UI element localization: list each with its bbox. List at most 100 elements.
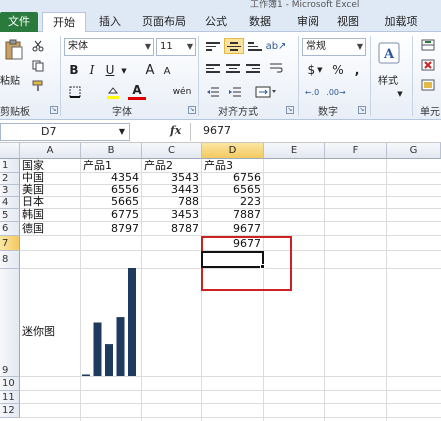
row-header-12[interactable]: 12 [0,404,20,418]
format-cells-icon[interactable] [420,78,436,92]
number-format-value: 常规 [306,41,326,52]
tab-file[interactable]: 文件 [0,12,38,32]
sparkline-chart[interactable] [82,268,140,378]
svg-text:A: A [383,47,395,62]
row-header-4[interactable]: 4 [0,197,20,209]
merge-cells-icon[interactable] [252,84,280,100]
styles-icon[interactable]: A [374,38,404,68]
paste-button[interactable]: 粘贴 [0,72,20,87]
clipboard-launcher-icon[interactable]: ↘ [50,106,58,114]
cell-a4[interactable]: 日本 [22,196,78,208]
align-middle-button[interactable] [224,38,244,54]
align-right-icon[interactable] [246,62,260,74]
group-divider [198,36,199,116]
cell-b5[interactable]: 6775 [83,209,139,221]
underline-button[interactable]: U [102,62,118,78]
font-color-button[interactable]: A [128,82,146,100]
column-header-b[interactable]: B [81,143,142,159]
column-header-c[interactable]: C [142,143,202,159]
ribbon: 粘贴 剪贴板 ↘ 宋体 ▼ 11 ▼ B I U ▼ A A A wén 字体 … [0,32,441,120]
font-name-combo[interactable]: 宋体 ▼ [64,38,154,56]
align-bottom-icon[interactable] [248,40,262,52]
column-header-a[interactable]: A [20,143,81,159]
row-header-1[interactable]: 1 [0,159,20,173]
row-header-6[interactable]: 6 [0,222,20,236]
paste-icon[interactable] [2,38,26,62]
delete-cells-icon[interactable] [420,58,436,72]
formula-bar: D7 ▼ fx 9677 [0,121,441,143]
worksheet-grid[interactable]: ABCDEFG 1 2 3 4 5 6 7 8 9 10 11 12 国家 产品1 产品2 产品3 中国 435… [0,143,441,421]
orientation-icon[interactable]: ab↗ [266,38,287,54]
number-format-combo[interactable]: 常规 ▼ [302,38,366,56]
sparkline-bar [82,374,90,376]
tab-data[interactable]: 数据 [242,12,278,32]
border-icon[interactable] [66,84,84,100]
active-cell-border [201,251,264,268]
font-launcher-icon[interactable]: ↘ [188,106,196,114]
comma-button[interactable]: , [350,62,364,78]
fill-color-icon[interactable] [104,84,122,100]
name-box[interactable]: D7 ▼ [0,123,130,141]
copy-icon[interactable] [30,58,46,74]
decrease-decimal-icon[interactable]: .00→ [326,84,346,100]
currency-button[interactable]: $ ▼ [302,62,328,78]
increase-indent-icon[interactable] [226,84,244,100]
insert-cells-icon[interactable] [420,38,436,52]
align-top-icon[interactable] [206,40,220,52]
tab-insert[interactable]: 插入 [90,12,130,32]
column-header-f[interactable]: F [325,143,387,159]
tab-formulas[interactable]: 公式 [198,12,234,32]
insert-function-button[interactable]: fx [170,124,181,137]
row-header-9[interactable]: 9 [0,269,20,377]
cell-d4[interactable]: 223 [204,196,261,208]
cell-c5[interactable]: 3453 [144,209,199,221]
cut-icon[interactable] [30,38,46,54]
cell-a5[interactable]: 韩国 [22,209,78,221]
tab-addins[interactable]: 加载项 [376,12,426,32]
styles-button[interactable]: 样式 [378,72,398,87]
change-case-button[interactable]: wén [170,84,194,100]
cell-c6[interactable]: 8787 [144,223,199,235]
chevron-down-icon[interactable]: ▼ [396,90,404,98]
cell-a6[interactable]: 德国 [22,223,78,235]
formula-input[interactable]: 9677 [190,123,441,141]
increase-decimal-icon[interactable]: ←.0 [302,84,322,100]
tab-review[interactable]: 审阅 [290,12,326,32]
wrap-text-icon[interactable] [268,60,284,76]
grid-column-line [141,159,142,421]
cell-a9[interactable]: 迷你图 [22,326,55,338]
column-header-g[interactable]: G [387,143,441,159]
row-header-5[interactable]: 5 [0,209,20,222]
row-header-10[interactable]: 10 [0,377,20,391]
font-size-combo[interactable]: 11 ▼ [156,38,196,56]
align-left-icon[interactable] [206,62,220,74]
number-launcher-icon[interactable]: ↘ [358,106,366,114]
tab-page-layout[interactable]: 页面布局 [134,12,194,32]
percent-button[interactable]: % [330,62,346,78]
grow-font-button[interactable]: A [142,62,158,78]
format-painter-icon[interactable] [30,78,46,94]
row-header-8[interactable]: 8 [0,251,20,269]
select-all-corner[interactable] [0,143,20,159]
cell-d6[interactable]: 9677 [204,223,261,235]
shrink-font-button[interactable]: A [160,64,174,78]
row-header-7[interactable]: 7 [0,236,20,251]
row-header-3[interactable]: 3 [0,185,20,197]
alignment-launcher-icon[interactable]: ↘ [286,106,294,114]
cell-b4[interactable]: 5665 [83,196,139,208]
cell-b6[interactable]: 8797 [83,223,139,235]
cell-d5[interactable]: 7887 [204,209,261,221]
row-header-2[interactable]: 2 [0,173,20,185]
chevron-down-icon[interactable]: ▼ [120,66,128,76]
row-header-11[interactable]: 11 [0,391,20,404]
tab-home[interactable]: 开始 [42,12,86,33]
bold-button[interactable]: B [66,62,82,78]
decrease-indent-icon[interactable] [204,84,222,100]
align-center-icon[interactable] [226,62,240,74]
column-header-d[interactable]: D [202,143,264,159]
tab-view[interactable]: 视图 [330,12,366,32]
column-header-e[interactable]: E [264,143,325,159]
italic-button[interactable]: I [84,62,100,78]
fill-handle[interactable] [260,264,265,269]
cell-c4[interactable]: 788 [144,196,199,208]
